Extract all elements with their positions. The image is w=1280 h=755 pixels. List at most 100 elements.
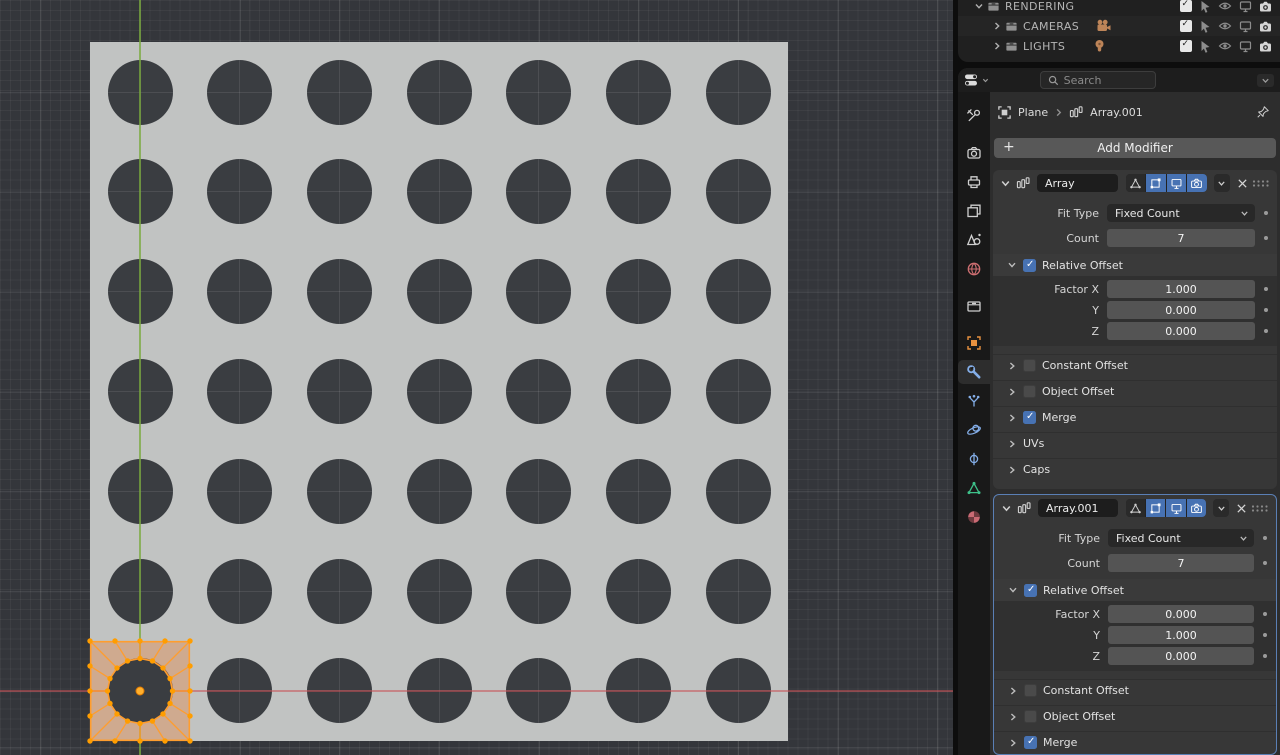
checkbox[interactable] bbox=[1180, 0, 1192, 12]
render-toggle[interactable] bbox=[1187, 174, 1207, 192]
array-hole[interactable] bbox=[306, 458, 372, 524]
chevron-right-icon[interactable] bbox=[992, 21, 1002, 31]
chevron-down-icon[interactable] bbox=[1007, 260, 1017, 270]
modifier-extras-dropdown[interactable] bbox=[1213, 174, 1231, 192]
camera-icon[interactable] bbox=[1259, 40, 1272, 53]
array-hole[interactable] bbox=[207, 59, 273, 125]
camera-icon[interactable] bbox=[1259, 20, 1272, 33]
array-hole[interactable] bbox=[306, 59, 372, 125]
tab-scene[interactable] bbox=[958, 228, 990, 252]
properties-editor-type-icon[interactable] bbox=[964, 72, 989, 88]
array-hole[interactable] bbox=[705, 558, 771, 624]
render-toggle[interactable] bbox=[1186, 499, 1206, 517]
array-hole[interactable] bbox=[705, 358, 771, 424]
subpanel-object-offset[interactable]: Object Offset bbox=[993, 380, 1277, 398]
drag-handle[interactable] bbox=[1251, 504, 1269, 513]
array-hole[interactable] bbox=[406, 159, 472, 225]
tab-world[interactable] bbox=[958, 257, 990, 281]
eye-icon[interactable] bbox=[1218, 0, 1232, 12]
edit-mode-toggle[interactable] bbox=[1146, 499, 1166, 517]
array-hole[interactable] bbox=[406, 59, 472, 125]
tab-material[interactable] bbox=[958, 505, 990, 529]
chevron-right-icon[interactable] bbox=[1008, 712, 1018, 722]
tab-particles[interactable] bbox=[958, 389, 990, 413]
tab-physics[interactable] bbox=[958, 418, 990, 442]
tab-tool[interactable] bbox=[958, 104, 990, 128]
breadcrumb-modifier[interactable]: Array.001 bbox=[1090, 106, 1143, 119]
array-hole[interactable] bbox=[306, 159, 372, 225]
chevron-right-icon[interactable] bbox=[992, 41, 1002, 51]
remove-modifier-button[interactable] bbox=[1234, 499, 1249, 517]
tab-render[interactable] bbox=[958, 141, 990, 165]
array-hole[interactable] bbox=[406, 558, 472, 624]
array-hole[interactable] bbox=[506, 59, 572, 125]
breadcrumb-object[interactable]: Plane bbox=[1018, 106, 1048, 119]
array-hole[interactable] bbox=[207, 558, 273, 624]
tab-output[interactable] bbox=[958, 170, 990, 194]
count-field[interactable]: 7 bbox=[1108, 554, 1254, 572]
outliner-row-lights[interactable]: LIGHTS bbox=[958, 36, 1280, 56]
merge-checkbox[interactable] bbox=[1024, 736, 1037, 749]
array-hole[interactable] bbox=[605, 159, 671, 225]
chevron-down-icon[interactable] bbox=[1001, 503, 1012, 514]
chevron-right-icon[interactable] bbox=[1007, 361, 1017, 371]
subpanel-uvs[interactable]: UVs bbox=[993, 432, 1277, 450]
outliner-label[interactable]: LIGHTS bbox=[1023, 40, 1065, 53]
checkbox[interactable] bbox=[1180, 39, 1192, 52]
tab-modifier[interactable] bbox=[958, 360, 990, 384]
modifier-name-input[interactable]: Array.001 bbox=[1038, 499, 1119, 517]
remove-modifier-button[interactable] bbox=[1235, 174, 1250, 192]
array-hole[interactable] bbox=[207, 458, 273, 524]
object-offset-checkbox[interactable] bbox=[1023, 385, 1036, 398]
subpanel-merge[interactable]: Merge bbox=[993, 406, 1277, 424]
subpanel-constant-offset[interactable]: Constant Offset bbox=[994, 679, 1276, 697]
relative-offset-header[interactable]: Relative Offset bbox=[994, 579, 1276, 601]
drag-handle[interactable] bbox=[1252, 179, 1270, 188]
factor-x-field[interactable]: 0.000 bbox=[1108, 605, 1254, 623]
outliner-label[interactable]: CAMERAS bbox=[1023, 20, 1079, 33]
relative-offset-checkbox[interactable] bbox=[1024, 583, 1037, 597]
array-hole[interactable] bbox=[705, 458, 771, 524]
search-input[interactable]: Search bbox=[1039, 71, 1156, 89]
modifier-name-input[interactable]: Array bbox=[1037, 174, 1118, 192]
object-offset-checkbox[interactable] bbox=[1024, 710, 1037, 723]
factor-y-field[interactable]: 0.000 bbox=[1107, 301, 1255, 319]
factor-z-field[interactable]: 0.000 bbox=[1108, 647, 1254, 665]
animate-dot[interactable] bbox=[1254, 536, 1276, 540]
factor-z-field[interactable]: 0.000 bbox=[1107, 322, 1255, 340]
cursor-icon[interactable] bbox=[1199, 0, 1211, 13]
constant-offset-checkbox[interactable] bbox=[1023, 359, 1036, 372]
array-hole[interactable] bbox=[506, 259, 572, 325]
outliner-label[interactable]: RENDERING bbox=[1005, 0, 1074, 13]
animate-dot[interactable] bbox=[1255, 211, 1277, 215]
on-cage-toggle[interactable] bbox=[1125, 174, 1146, 192]
modifier-extras-dropdown[interactable] bbox=[1212, 499, 1230, 517]
fit-type-dropdown[interactable]: Fixed Count bbox=[1108, 529, 1254, 547]
array-hole[interactable] bbox=[306, 358, 372, 424]
outliner-row-rendering[interactable]: RENDERING bbox=[958, 0, 1280, 16]
count-field[interactable]: 7 bbox=[1107, 229, 1255, 247]
chevron-right-icon[interactable] bbox=[1007, 439, 1017, 449]
constant-offset-checkbox[interactable] bbox=[1024, 684, 1037, 697]
realtime-toggle[interactable] bbox=[1166, 499, 1186, 517]
on-cage-toggle[interactable] bbox=[1126, 499, 1146, 517]
eye-icon[interactable] bbox=[1218, 40, 1232, 52]
array-hole[interactable] bbox=[306, 558, 372, 624]
cursor-icon[interactable] bbox=[1199, 20, 1211, 33]
relative-offset-header[interactable]: Relative Offset bbox=[993, 254, 1277, 276]
array-hole[interactable] bbox=[605, 259, 671, 325]
add-modifier-button[interactable]: + Add Modifier bbox=[994, 138, 1276, 158]
merge-checkbox[interactable] bbox=[1023, 411, 1036, 424]
chevron-right-icon[interactable] bbox=[1008, 686, 1018, 696]
array-hole[interactable] bbox=[605, 59, 671, 125]
edit-mode-toggle[interactable] bbox=[1146, 174, 1166, 192]
tab-viewlayer[interactable] bbox=[958, 199, 990, 223]
animate-dot[interactable] bbox=[1254, 633, 1276, 637]
array-hole[interactable] bbox=[605, 358, 671, 424]
array-hole[interactable] bbox=[705, 159, 771, 225]
monitor-icon[interactable] bbox=[1239, 40, 1252, 53]
cursor-icon[interactable] bbox=[1199, 40, 1211, 53]
realtime-toggle[interactable] bbox=[1166, 174, 1187, 192]
monitor-icon[interactable] bbox=[1239, 0, 1252, 13]
chevron-right-icon[interactable] bbox=[1007, 465, 1017, 475]
